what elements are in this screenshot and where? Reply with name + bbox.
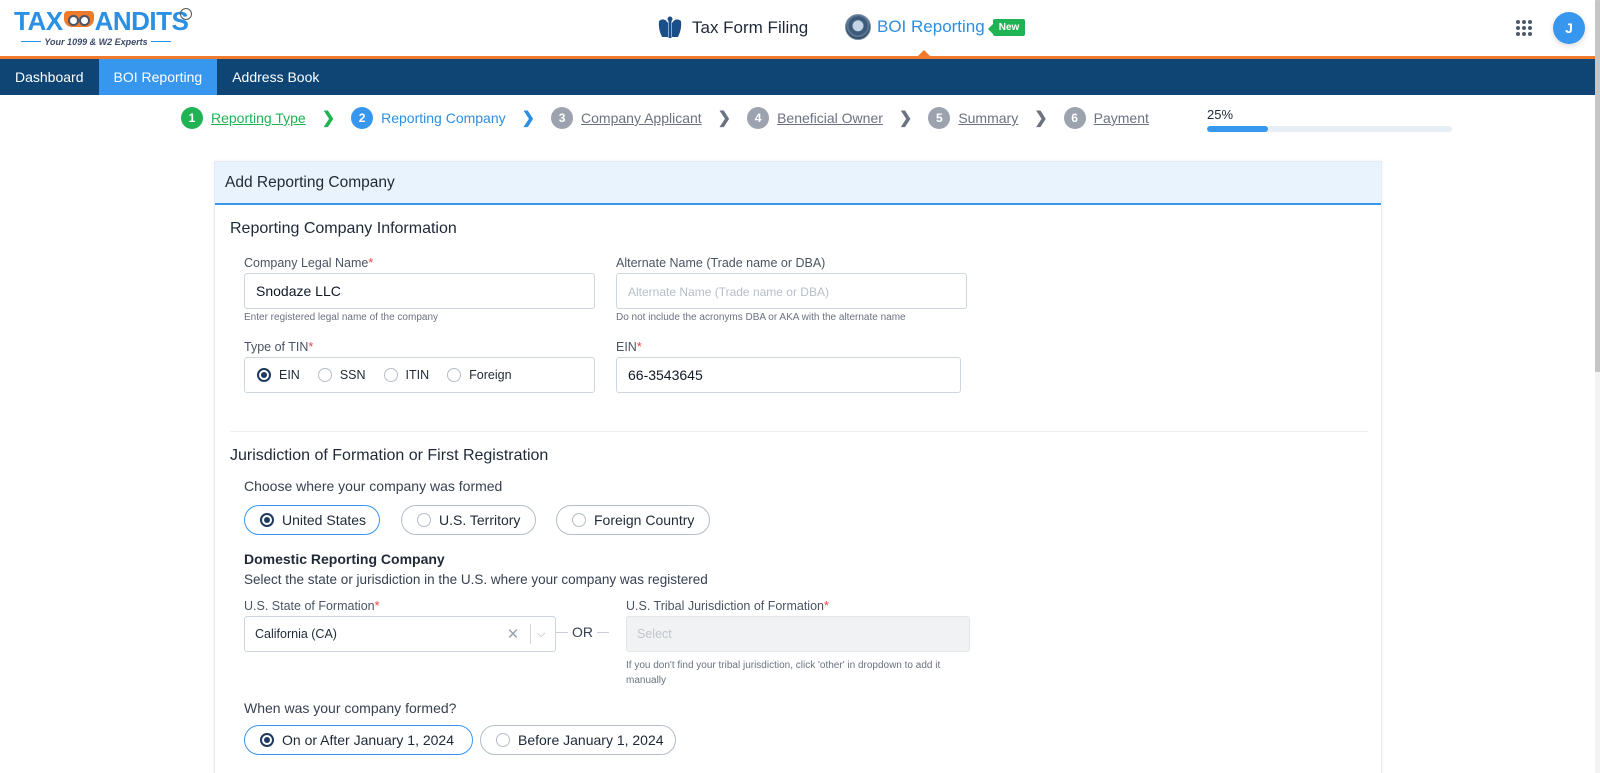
logo-wordmark: TAX ANDITS — [14, 6, 189, 36]
product-label: Tax Form Filing — [692, 18, 809, 37]
select-separator — [530, 624, 531, 644]
legal-name-input[interactable] — [244, 273, 595, 309]
chevron-right-icon: ❯ — [898, 110, 913, 127]
step-beneficial-owner[interactable]: 4 Beneficial Owner — [747, 107, 883, 129]
tin-radio-ssn[interactable]: SSN — [317, 368, 366, 382]
nav-dashboard[interactable]: Dashboard — [0, 59, 99, 95]
ein-input[interactable] — [616, 357, 961, 393]
location-option-foreign-country[interactable]: Foreign Country — [556, 505, 710, 535]
step-payment[interactable]: 6 Payment — [1063, 107, 1149, 129]
step-label: Reporting Company — [381, 110, 506, 126]
progress-fill — [1207, 126, 1269, 132]
section-title-jurisdiction: Jurisdiction of Formation or First Regis… — [230, 447, 549, 464]
card-title: Add Reporting Company — [215, 162, 1381, 205]
logo-text-left: TAX — [14, 6, 63, 36]
chevron-right-icon: ❯ — [717, 110, 732, 127]
radio-empty-icon — [496, 733, 510, 747]
section-divider — [230, 431, 1368, 432]
formed-option-after-2024[interactable]: On or After January 1, 2024 — [244, 725, 473, 755]
chevron-right-icon: ❯ — [321, 110, 336, 127]
progress-percent-text: 25% — [1207, 107, 1234, 122]
radio-selected-icon — [260, 733, 274, 747]
main-nav: Dashboard BOI Reporting Address Book — [0, 59, 1595, 95]
location-option-united-states[interactable]: United States — [244, 505, 380, 535]
step-reporting-company[interactable]: 2 Reporting Company — [351, 107, 506, 129]
tin-radio-itin[interactable]: ITIN — [383, 368, 429, 382]
step-number: 5 — [928, 107, 951, 129]
step-label: Payment — [1093, 110, 1149, 126]
logo-tagline: Your 1099 & W2 Experts — [14, 37, 178, 47]
apps-grid-icon[interactable] — [1516, 20, 1532, 36]
nav-boi-reporting[interactable]: BOI Reporting — [98, 59, 218, 95]
radio-empty-icon — [572, 513, 586, 527]
alternate-name-input[interactable] — [616, 273, 967, 309]
owl-icon — [63, 11, 94, 27]
ein-label: EIN* — [616, 340, 642, 354]
step-number: 3 — [551, 107, 574, 129]
tribal-select-placeholder: Select — [637, 627, 672, 641]
step-number: 6 — [1063, 107, 1086, 129]
step-summary[interactable]: 5 Summary — [928, 107, 1018, 129]
radio-selected-icon — [257, 368, 271, 382]
step-label: Reporting Type — [211, 110, 306, 126]
product-boi-reporting[interactable]: BOI Reporting New — [845, 14, 1026, 40]
step-label: Company Applicant — [581, 110, 702, 126]
formed-option-before-2024[interactable]: Before January 1, 2024 — [480, 725, 676, 755]
product-label: BOI Reporting — [877, 17, 985, 36]
step-label: Beneficial Owner — [777, 110, 883, 126]
location-option-us-territory[interactable]: U.S. Territory — [401, 505, 536, 535]
radio-empty-icon — [417, 513, 431, 527]
tin-type-label: Type of TIN* — [244, 340, 314, 354]
chevron-right-icon: ❯ — [1034, 110, 1048, 127]
tin-type-radio-group: EIN SSN ITIN Foreign — [244, 357, 595, 393]
formed-date-question: When was your company formed? — [244, 700, 457, 716]
domestic-company-text: Select the state or jurisdiction in the … — [244, 572, 708, 587]
nav-address-book[interactable]: Address Book — [217, 59, 334, 95]
logo-text-right: ANDITS — [94, 6, 189, 36]
alternate-name-hint: Do not include the acronyms DBA or AKA w… — [616, 312, 906, 323]
or-separator: OR — [552, 624, 613, 640]
formation-location-question: Choose where your company was formed — [244, 478, 503, 494]
state-select-value: California (CA) — [255, 627, 337, 641]
step-number: 1 — [181, 107, 203, 129]
scrollbar-thumb[interactable] — [1595, 0, 1600, 372]
add-reporting-company-card: Add Reporting Company Reporting Company … — [214, 161, 1382, 773]
radio-selected-icon — [260, 513, 274, 527]
tin-radio-ein[interactable]: EIN — [257, 368, 300, 382]
tribal-select[interactable]: Select — [626, 616, 970, 652]
page-scrollbar[interactable] — [1595, 0, 1600, 773]
legal-name-hint: Enter registered legal name of the compa… — [244, 312, 438, 323]
step-label: Summary — [958, 110, 1019, 126]
fincen-seal-icon — [845, 14, 871, 40]
clear-icon[interactable]: ✕ — [502, 625, 524, 643]
chevron-right-icon: ❯ — [521, 110, 536, 127]
step-reporting-type[interactable]: 1 Reporting Type — [181, 107, 306, 129]
domestic-company-title: Domestic Reporting Company — [244, 551, 445, 567]
tin-radio-foreign[interactable]: Foreign — [447, 368, 512, 382]
section-title-company-info: Reporting Company Information — [230, 220, 457, 237]
radio-empty-icon — [447, 368, 462, 382]
radio-empty-icon — [383, 368, 398, 382]
state-label: U.S. State of Formation* — [244, 599, 380, 613]
user-avatar[interactable]: J — [1553, 12, 1585, 44]
alternate-name-label: Alternate Name (Trade name or DBA) — [616, 256, 826, 270]
progress-stepper: 1 Reporting Type ❯ 2 Reporting Company ❯… — [181, 107, 1149, 129]
step-number: 2 — [351, 107, 374, 129]
progress-track — [1207, 126, 1452, 132]
tribal-label: U.S. Tribal Jurisdiction of Formation* — [626, 599, 829, 613]
product-tax-form-filing[interactable]: Tax Form Filing — [656, 14, 808, 42]
completion-progress: 25% — [1207, 107, 1452, 132]
step-number: 4 — [747, 107, 770, 129]
legal-name-label: Company Legal Name* — [244, 256, 374, 270]
page: TAX ANDITS Your 1099 & W2 Experts Tax For… — [0, 0, 1600, 773]
radio-empty-icon — [317, 368, 332, 382]
taxbandits-logo[interactable]: TAX ANDITS Your 1099 & W2 Experts — [14, 6, 194, 50]
new-badge: New — [987, 18, 1026, 36]
trademark-icon — [180, 8, 192, 20]
irs-eagle-icon — [656, 14, 684, 42]
step-company-applicant[interactable]: 3 Company Applicant — [551, 107, 702, 129]
tribal-hint: If you don't find your tribal jurisdicti… — [626, 660, 941, 686]
top-header: TAX ANDITS Your 1099 & W2 Experts Tax For… — [0, 0, 1595, 56]
state-select[interactable]: California (CA) ✕ ⌵ — [244, 616, 556, 652]
